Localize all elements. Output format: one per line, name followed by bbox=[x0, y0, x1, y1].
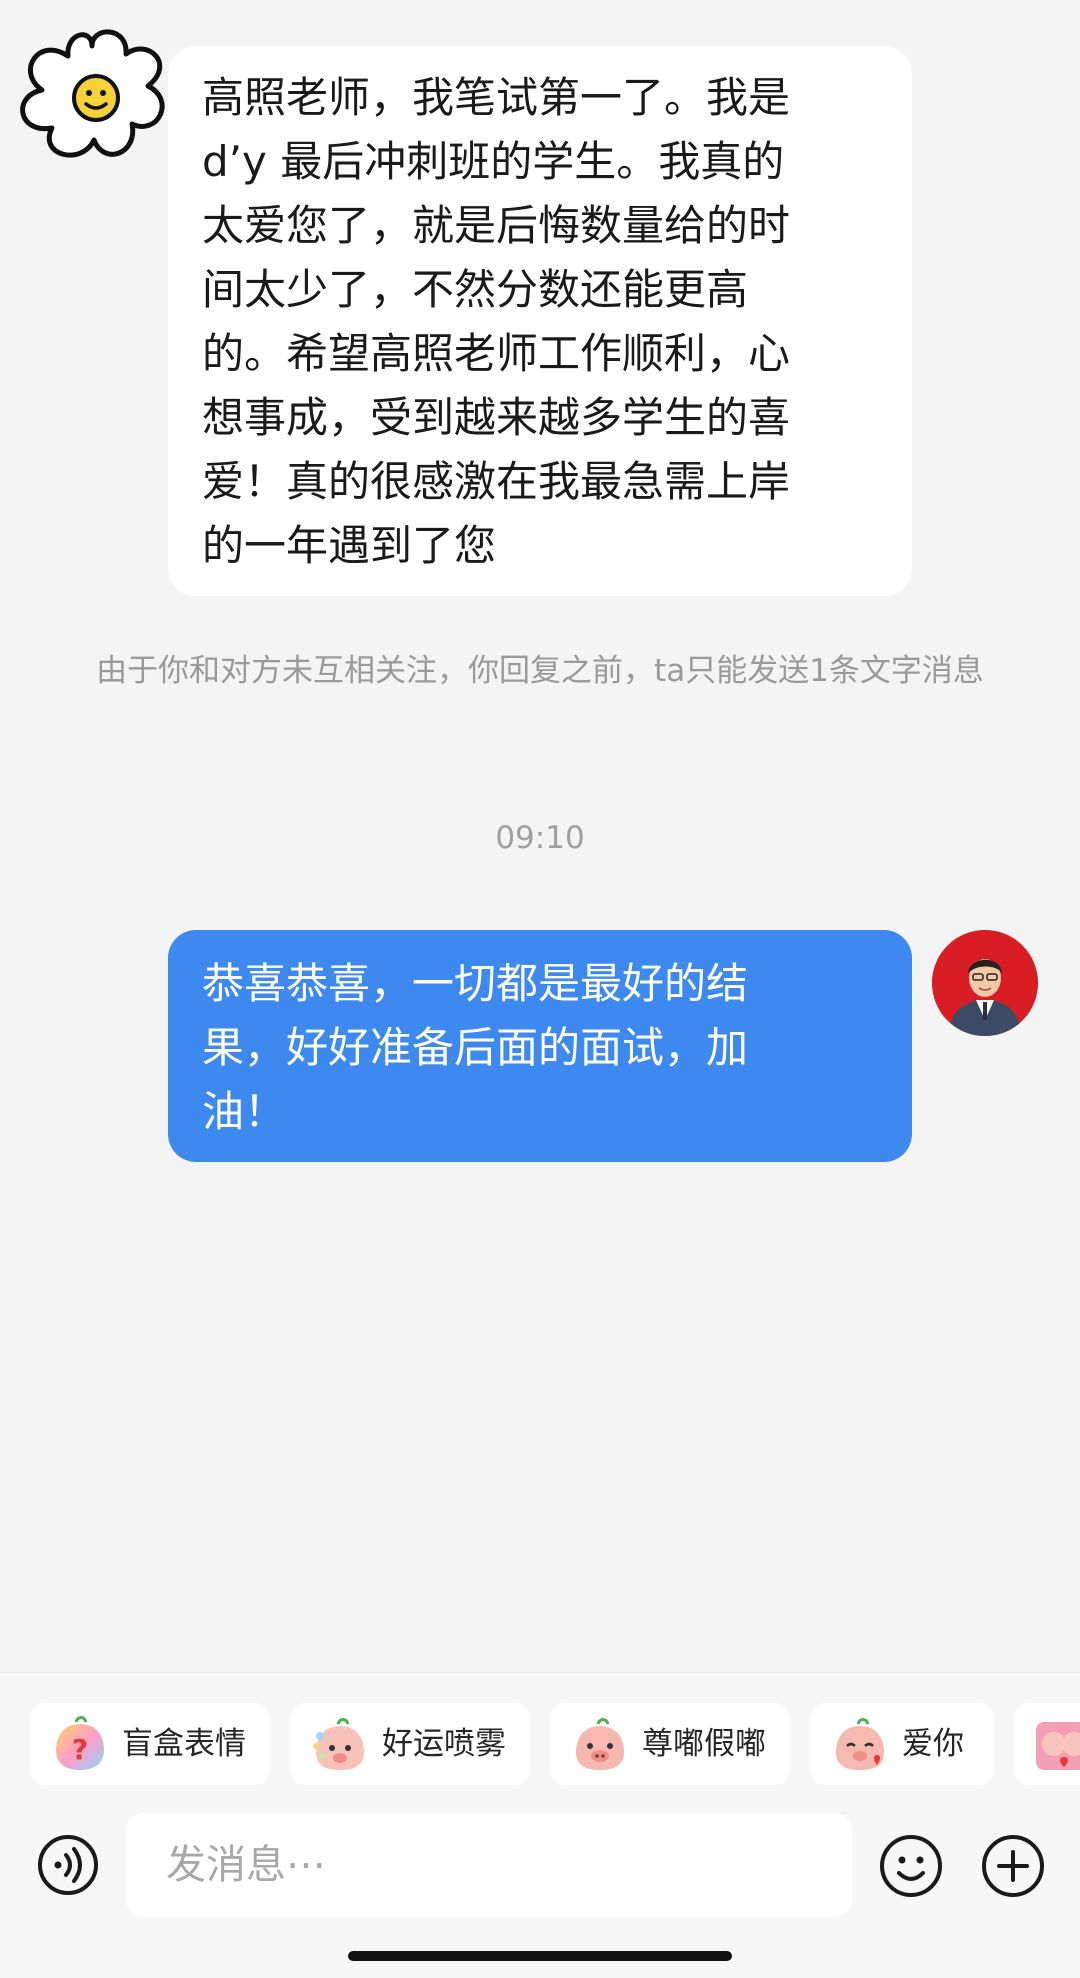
sticker-suggestions: ? 盲盒表情 好运喷雾 尊嘟假嘟 爱你 bbox=[30, 1703, 1080, 1785]
sticker-chip-love-you[interactable]: 爱你 bbox=[810, 1703, 994, 1785]
sticker-label: 盲盒表情 bbox=[122, 1726, 246, 1762]
emoji-icon[interactable] bbox=[878, 1833, 944, 1899]
couple-sticker-icon bbox=[1036, 1722, 1080, 1770]
svg-text:?: ? bbox=[72, 1733, 88, 1766]
message-input[interactable] bbox=[126, 1813, 852, 1917]
sticker-label: 爱你 bbox=[902, 1726, 964, 1762]
chat-area: 高照老师，我笔试第一了。我是 d’y 最后冲刺班的学生。我真的 太爱您了，就是后… bbox=[0, 0, 1080, 1670]
message-timestamp: 09:10 bbox=[495, 820, 585, 856]
contact-avatar-flower-icon[interactable] bbox=[8, 16, 176, 184]
sticker-chip-more[interactable] bbox=[1014, 1703, 1080, 1785]
sticker-label: 好运喷雾 bbox=[382, 1726, 506, 1762]
incoming-message-bubble[interactable]: 高照老师，我笔试第一了。我是 d’y 最后冲刺班的学生。我真的 太爱您了，就是后… bbox=[168, 46, 912, 596]
pig-face-sticker-icon bbox=[576, 1718, 624, 1770]
sticker-chip-really-or-not[interactable]: 尊嘟假嘟 bbox=[550, 1703, 790, 1785]
sticker-chip-lucky-spray[interactable]: 好运喷雾 bbox=[290, 1703, 530, 1785]
composer-panel: ? 盲盒表情 好运喷雾 尊嘟假嘟 爱你 发消息⋯ bbox=[0, 1672, 1080, 1978]
home-indicator[interactable] bbox=[348, 1951, 732, 1961]
follow-notice: 由于你和对方未互相关注，你回复之前，ta只能发送1条文字消息 bbox=[96, 653, 984, 689]
mystery-box-sticker-icon: ? bbox=[56, 1716, 104, 1770]
plus-icon[interactable] bbox=[980, 1833, 1046, 1899]
outgoing-message-bubble[interactable]: 恭喜恭喜，一切都是最好的结 果，好好准备后面的面试，加 油！ bbox=[168, 930, 912, 1162]
my-avatar[interactable] bbox=[932, 930, 1038, 1036]
love-you-sticker-icon bbox=[836, 1718, 884, 1770]
sticker-label: 尊嘟假嘟 bbox=[642, 1726, 766, 1762]
lucky-spray-sticker-icon bbox=[313, 1718, 364, 1770]
input-row bbox=[0, 1813, 1080, 1917]
voice-icon[interactable] bbox=[36, 1833, 100, 1897]
sticker-chip-mystery-box[interactable]: ? 盲盒表情 bbox=[30, 1703, 270, 1785]
